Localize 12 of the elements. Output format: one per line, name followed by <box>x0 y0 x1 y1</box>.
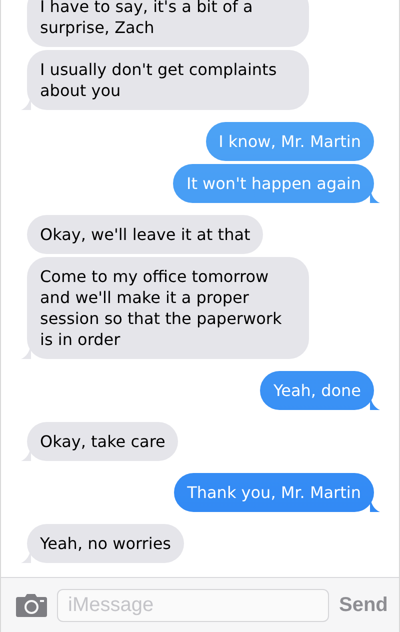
message-text: Thank you, Mr. Martin <box>187 483 361 502</box>
message-text: I have to say, it's a bit of a surprise, Zach <box>40 0 253 37</box>
message-text: I know, Mr. Martin <box>218 132 361 151</box>
camera-icon[interactable] <box>16 594 47 616</box>
message-text: It won't happen again <box>186 174 361 193</box>
send-button[interactable]: Send <box>339 590 388 620</box>
message-text: Yeah, done <box>273 381 361 400</box>
message-text: Okay, take care <box>40 432 166 451</box>
message-text: I usually don't get complaints about you <box>40 60 277 100</box>
message-text: Yeah, no worries <box>40 534 171 553</box>
message-text: Come to my office tomorrow and we'll make it a proper session so that the paperwork is in order <box>40 267 282 349</box>
message-text: Okay, we'll leave it at that <box>40 225 250 244</box>
